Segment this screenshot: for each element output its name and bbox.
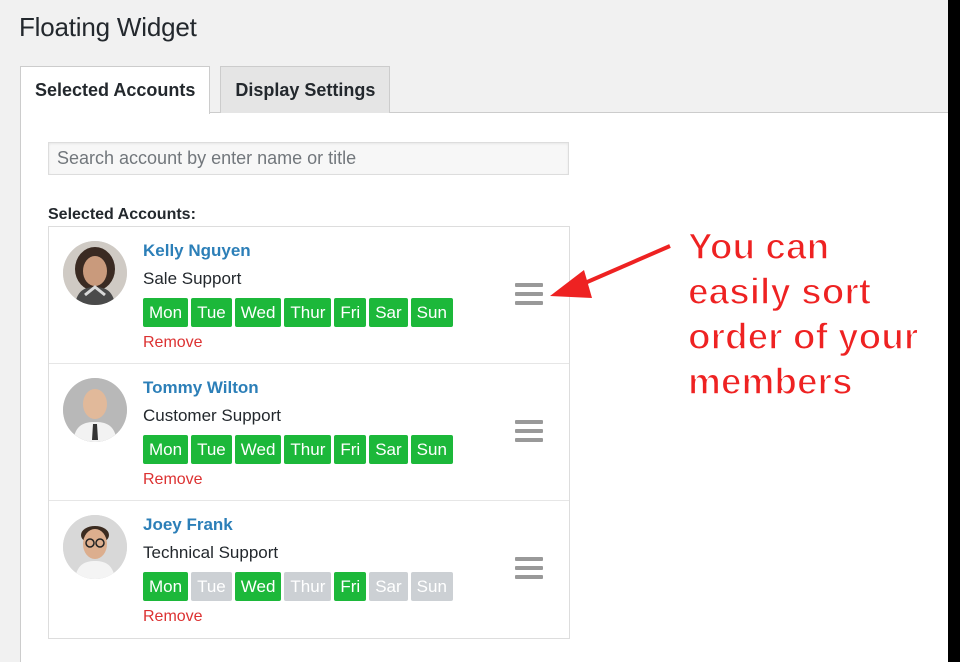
- account-item[interactable]: Tommy Wilton Customer Support Mon Tue Wed T…: [49, 364, 569, 501]
- day-toggle-thur[interactable]: Thur: [284, 572, 332, 601]
- annotation-arrow-icon: [550, 244, 671, 298]
- tab-display-settings[interactable]: Display Settings: [220, 66, 391, 113]
- drag-handle-icon[interactable]: [515, 557, 543, 579]
- day-toggle-fri[interactable]: Fri: [334, 572, 367, 601]
- selected-accounts-heading: Selected Accounts:: [48, 206, 196, 223]
- window-edge: [948, 0, 960, 662]
- tab-selected-accounts[interactable]: Selected Accounts: [20, 66, 211, 114]
- page-title: Floating Widget: [19, 12, 197, 42]
- account-title: Customer Support: [143, 406, 281, 425]
- remove-link[interactable]: Remove: [143, 334, 203, 352]
- days-group: Mon Tue Wed Thur Fri Sar Sun: [143, 435, 453, 464]
- avatar: [63, 241, 127, 305]
- account-name[interactable]: Tommy Wilton: [143, 378, 259, 398]
- day-toggle-tue[interactable]: Tue: [191, 572, 232, 601]
- account-item[interactable]: Joey Frank Technical Support Mon Tue Wed Th…: [49, 501, 569, 638]
- day-toggle-mon[interactable]: Mon: [143, 435, 189, 464]
- day-toggle-tue[interactable]: Tue: [191, 435, 232, 464]
- avatar: [63, 378, 127, 442]
- remove-link[interactable]: Remove: [143, 471, 203, 489]
- day-toggle-mon[interactable]: Mon: [143, 298, 189, 327]
- day-toggle-fri[interactable]: Fri: [334, 435, 367, 464]
- day-toggle-sun[interactable]: Sun: [410, 435, 453, 464]
- account-title: Technical Support: [143, 543, 279, 562]
- search-placeholder: Search account by enter name or title: [57, 148, 357, 168]
- day-toggle-sun[interactable]: Sun: [410, 298, 453, 327]
- day-toggle-sar[interactable]: Sar: [369, 572, 408, 601]
- search-input[interactable]: Search account by enter name or title: [48, 142, 569, 175]
- day-toggle-thur[interactable]: Thur: [284, 298, 332, 327]
- remove-link[interactable]: Remove: [143, 608, 203, 626]
- account-name[interactable]: Joey Frank: [143, 515, 233, 535]
- days-group: Mon Tue Wed Thur Fri Sar Sun: [143, 298, 453, 327]
- day-toggle-wed[interactable]: Wed: [234, 572, 282, 601]
- day-toggle-sar[interactable]: Sar: [369, 435, 408, 464]
- day-toggle-sar[interactable]: Sar: [369, 298, 408, 327]
- account-name[interactable]: Kelly Nguyen: [143, 241, 251, 261]
- account-list: Kelly Nguyen Sale Support Mon Tue Wed Thur F…: [48, 226, 570, 639]
- days-group: Mon Tue Wed Thur Fri Sar Sun: [143, 572, 453, 601]
- drag-handle-icon[interactable]: [515, 420, 543, 442]
- day-toggle-fri[interactable]: Fri: [334, 298, 367, 327]
- day-toggle-sun[interactable]: Sun: [410, 572, 453, 601]
- tab-bar: Selected Accounts Display Settings: [20, 66, 391, 114]
- day-toggle-mon[interactable]: Mon: [143, 572, 189, 601]
- day-toggle-thur[interactable]: Thur: [284, 435, 332, 464]
- day-toggle-wed[interactable]: Wed: [234, 435, 282, 464]
- account-title: Sale Support: [143, 269, 242, 288]
- avatar: [63, 515, 127, 579]
- annotation-text: You can easily sort order of your member…: [687, 225, 919, 403]
- account-item[interactable]: Kelly Nguyen Sale Support Mon Tue Wed Thur F…: [49, 227, 569, 364]
- drag-handle-icon[interactable]: [515, 283, 543, 305]
- day-toggle-wed[interactable]: Wed: [234, 298, 282, 327]
- day-toggle-tue[interactable]: Tue: [191, 298, 232, 327]
